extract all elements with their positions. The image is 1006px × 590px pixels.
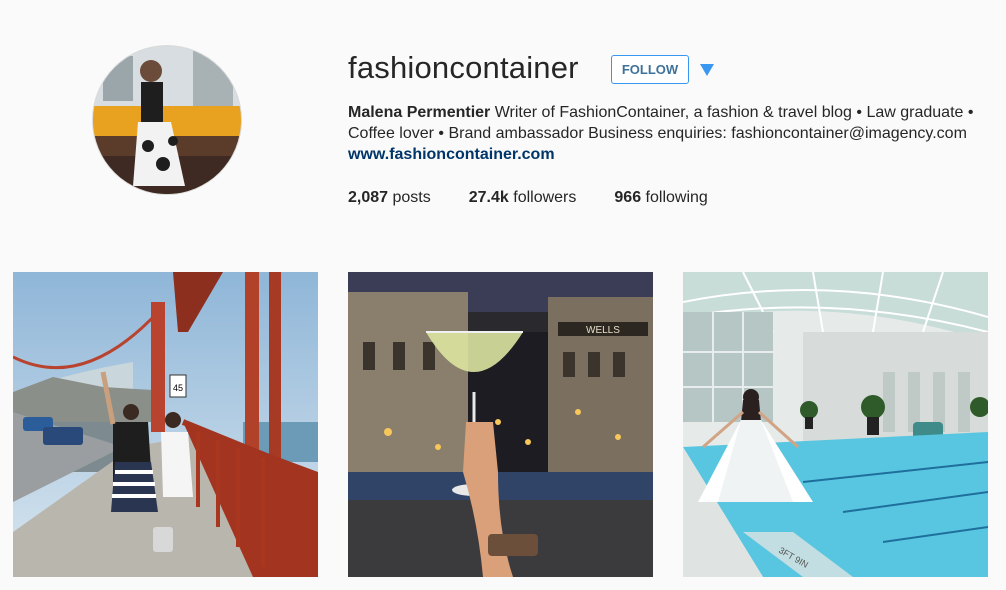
following-count-label: following bbox=[645, 189, 708, 206]
post-thumbnail-2[interactable]: WELLS bbox=[348, 272, 653, 577]
profile-website-link[interactable]: www.fashioncontainer.com bbox=[348, 146, 555, 163]
followers-count-label: followers bbox=[513, 189, 577, 206]
posts-count-label: posts bbox=[392, 189, 431, 206]
follow-button[interactable]: FOLLOW bbox=[611, 55, 689, 84]
post-image-pool: 3FT 9IN bbox=[683, 272, 988, 577]
followers-count-value: 27.4k bbox=[468, 189, 509, 206]
profile-username: fashioncontainer bbox=[348, 50, 579, 85]
post-thumbnail-3[interactable]: 3FT 9IN bbox=[683, 272, 988, 577]
triangle-down-icon[interactable] bbox=[700, 63, 714, 77]
profile-avatar[interactable] bbox=[92, 45, 242, 195]
avatar-image bbox=[93, 46, 241, 194]
posts-count-value: 2,087 bbox=[348, 189, 389, 206]
post-image-cocktail: WELLS bbox=[348, 272, 653, 577]
post-thumbnail-1[interactable]: 45 bbox=[13, 272, 318, 577]
profile-full-name: Malena Permentier bbox=[348, 104, 491, 121]
following-count-value: 966 bbox=[614, 189, 642, 206]
speed-sign-text: 45 bbox=[173, 383, 183, 393]
profile-stats: 2,087 posts 27.4k followers 966 followin… bbox=[348, 189, 746, 207]
post-image-golden-gate: 45 bbox=[13, 272, 318, 577]
followers-count[interactable]: 27.4k followers bbox=[469, 189, 577, 207]
following-count[interactable]: 966 following bbox=[614, 189, 707, 207]
profile-bio: Malena Permentier Writer of FashionConta… bbox=[348, 102, 998, 165]
building-sign-text: WELLS bbox=[586, 325, 620, 336]
posts-count: 2,087 posts bbox=[348, 189, 431, 207]
